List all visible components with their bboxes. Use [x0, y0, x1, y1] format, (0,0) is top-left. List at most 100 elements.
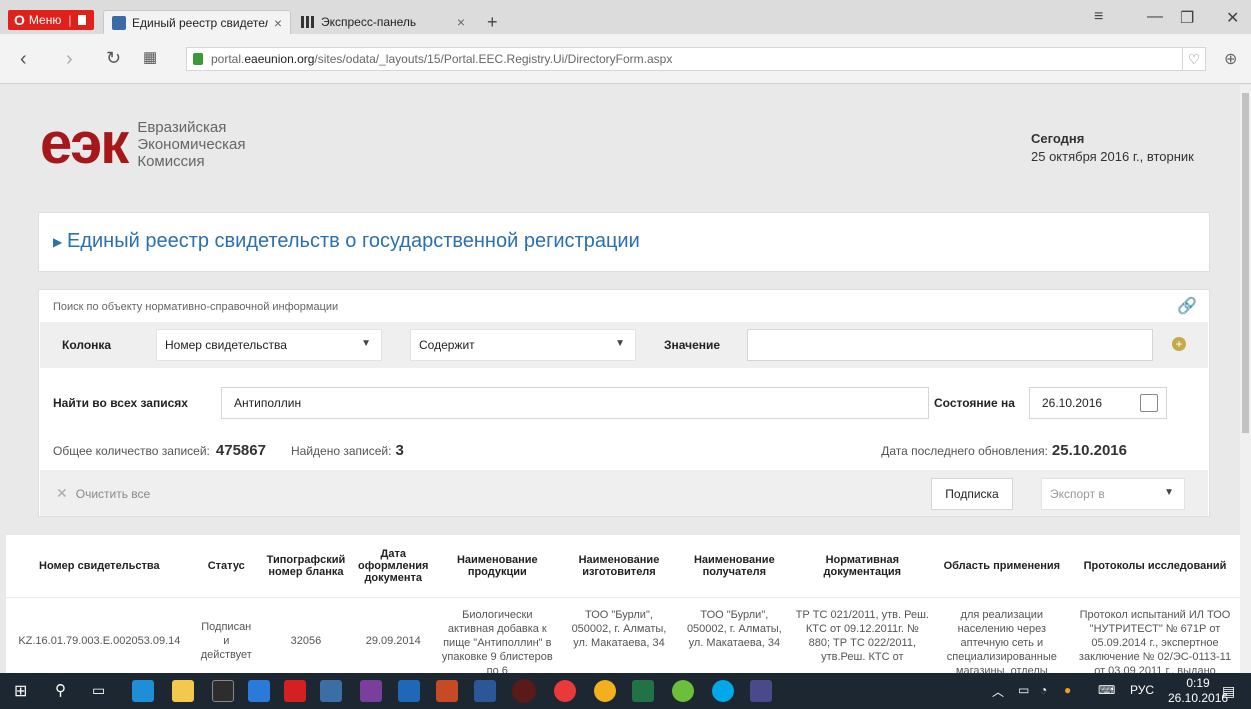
reload-icon[interactable]: ↻ — [106, 48, 121, 69]
clock-date: 26.10.2016 — [1168, 691, 1229, 705]
mail-icon[interactable] — [248, 680, 270, 702]
find-all-input[interactable]: Антиполлин — [221, 387, 929, 419]
column-header[interactable]: Статус — [192, 535, 260, 598]
page-title-box: ▶ Единый реестр свидетельств о государст… — [38, 212, 1210, 272]
opera-taskbar-icon[interactable] — [512, 679, 536, 703]
chrome-icon[interactable] — [594, 680, 616, 702]
keyboard-icon[interactable]: ⌨ — [1098, 683, 1115, 697]
restore-icon[interactable]: ❐ — [1180, 8, 1194, 28]
desktop-app-icon[interactable] — [320, 680, 342, 702]
utorrent-icon[interactable] — [672, 680, 694, 702]
column-header[interactable]: Дата оформления документа — [352, 535, 435, 598]
link-icon[interactable]: 🔗 — [1177, 296, 1197, 316]
language-indicator[interactable]: РУС — [1130, 683, 1154, 697]
page-scrollbar[interactable] — [1240, 85, 1251, 673]
total-value: 475867 — [215, 442, 266, 459]
excel-icon[interactable] — [632, 680, 654, 702]
close-window-icon[interactable]: ✕ — [1226, 8, 1239, 28]
battery-icon[interactable]: ▭ — [1018, 683, 1029, 697]
subscribe-button[interactable]: Подписка — [931, 478, 1013, 510]
column-select[interactable]: Номер свидетельства ▼ — [156, 329, 382, 361]
column-header[interactable]: Область применения — [933, 535, 1070, 598]
today-label: Сегодня — [1031, 131, 1085, 146]
chevron-down-icon: ▼ — [615, 338, 625, 349]
powerpoint-icon[interactable] — [436, 680, 458, 702]
search-panel: Поиск по объекту нормативно-справочной и… — [38, 289, 1210, 517]
eec-logo[interactable]: еэк Евразийская Экономическая Комиссия — [40, 115, 246, 173]
minimize-icon[interactable]: — — [1147, 8, 1163, 26]
clear-all-label: Очистить все — [75, 486, 151, 501]
column-label: Колонка — [62, 338, 112, 352]
chevron-down-icon: ▼ — [1164, 487, 1174, 498]
column-header[interactable]: Номер свидетельства — [6, 535, 193, 598]
total-records: Общее количество записей: 475867 — [53, 442, 266, 459]
condition-select-value: Содержит — [419, 338, 475, 352]
column-header[interactable]: Наименование получателя — [677, 535, 791, 598]
cell-protocols: Протокол испытаний ИЛ ТОО "НУТРИТЕСТ" № … — [1070, 597, 1240, 674]
page-title: Единый реестр свидетельств о государстве… — [67, 230, 640, 252]
tab-label: Единый реестр свидетель — [132, 15, 268, 30]
word-icon[interactable] — [474, 680, 496, 702]
cell-certificate-number[interactable]: KZ.16.01.79.003.E.002053.09.14 — [6, 597, 193, 673]
tab-menu-icon[interactable]: ≡ — [1094, 8, 1103, 26]
cell-manufacturer-text: ТОО "Бурли", 050002, г. Алматы, ул. Мака… — [571, 608, 667, 649]
column-header[interactable]: Протоколы исследований — [1070, 535, 1240, 598]
state-date-value: 26.10.2016 — [1042, 396, 1103, 410]
lock-icon — [193, 53, 203, 65]
yandex-icon[interactable] — [554, 680, 576, 702]
scrollbar-thumb[interactable] — [1242, 93, 1249, 433]
column-header[interactable]: Нормативная документация — [790, 535, 934, 598]
total-label: Общее количество записей: — [53, 444, 210, 458]
forward-icon[interactable]: › — [66, 48, 73, 71]
export-select[interactable]: Экспорт в ▼ — [1041, 478, 1185, 510]
export-placeholder: Экспорт в — [1050, 487, 1105, 501]
cell-manufacturer: ТОО "Бурли", 050002, г. Алматы, ул. Мака… — [560, 597, 677, 673]
heart-icon[interactable]: ♡ — [1182, 47, 1206, 71]
outlook-icon[interactable] — [398, 680, 420, 702]
new-tab-icon[interactable]: + — [487, 12, 498, 33]
chevron-up-icon[interactable]: ︿ — [992, 683, 1004, 700]
close-icon[interactable]: × — [457, 14, 465, 30]
skype-icon[interactable] — [712, 680, 734, 702]
updated-label: Дата последнего обновления: — [881, 444, 1048, 458]
condition-select[interactable]: Содержит ▼ — [410, 329, 636, 361]
table-row[interactable]: KZ.16.01.79.003.E.002053.09.14 Подписан … — [6, 597, 1240, 674]
download-icon[interactable]: ⊕ — [1224, 49, 1237, 69]
url-field[interactable]: portal. eaeunion.org/sites/odata/_layouts… — [186, 47, 1206, 71]
task-view-icon[interactable]: ▭ — [92, 682, 105, 699]
back-icon[interactable]: ‹ — [20, 48, 27, 71]
browser-tab-bar: O Меню | Единый реестр свидетель × Экспр… — [0, 0, 1251, 34]
filter-row: Колонка Номер свидетельства ▼ Содержит ▼… — [40, 322, 1208, 368]
tray-app-icon[interactable]: ● — [1064, 683, 1071, 697]
cell-application-area-text: для реализации населению через аптечную … — [946, 608, 1057, 674]
column-header[interactable]: Наименование изготовителя — [560, 535, 678, 598]
cell-product-text: Биологически активная добавка к пище "Ан… — [441, 608, 553, 674]
notifications-icon[interactable]: ▤ — [1222, 683, 1235, 700]
onenote-icon[interactable] — [360, 680, 382, 702]
clock[interactable]: 0:19 26.10.2016 — [1168, 676, 1228, 706]
search-icon[interactable]: ⚲ — [55, 681, 66, 699]
speed-dial-grid-icon[interactable]: ▦ — [143, 48, 157, 66]
opera-menu-button[interactable]: O Меню | — [8, 10, 95, 30]
store-icon[interactable] — [212, 680, 234, 702]
windows-start-icon[interactable]: ⊞ — [14, 681, 27, 701]
add-filter-icon[interactable]: + — [1172, 337, 1186, 351]
app-icon[interactable] — [750, 680, 772, 702]
clear-all-button[interactable]: ✕ Очистить все — [56, 485, 150, 502]
network-icon[interactable]: ◔ — [1040, 683, 1047, 697]
column-header[interactable]: Наименование продукции — [434, 535, 561, 598]
updated-value: 25.10.2016 — [1051, 442, 1127, 459]
close-icon[interactable]: × — [274, 15, 282, 31]
logo-line-1: Евразийская — [137, 118, 227, 136]
tab-speed-dial[interactable]: Экспресс-панель × — [293, 10, 473, 34]
tab-registry[interactable]: Единый реестр свидетель × — [103, 10, 291, 34]
triangle-right-icon: ▶ — [53, 235, 63, 249]
adobe-icon[interactable] — [284, 680, 306, 702]
state-date-input[interactable]: 26.10.2016 — [1029, 387, 1167, 419]
column-header[interactable]: Типографский номер бланка — [259, 535, 353, 598]
file-explorer-icon[interactable] — [172, 680, 194, 702]
edge-icon[interactable] — [132, 680, 154, 702]
calendar-icon[interactable] — [1140, 394, 1158, 412]
value-input[interactable] — [747, 329, 1153, 361]
found-label: Найдено записей: — [291, 444, 392, 458]
